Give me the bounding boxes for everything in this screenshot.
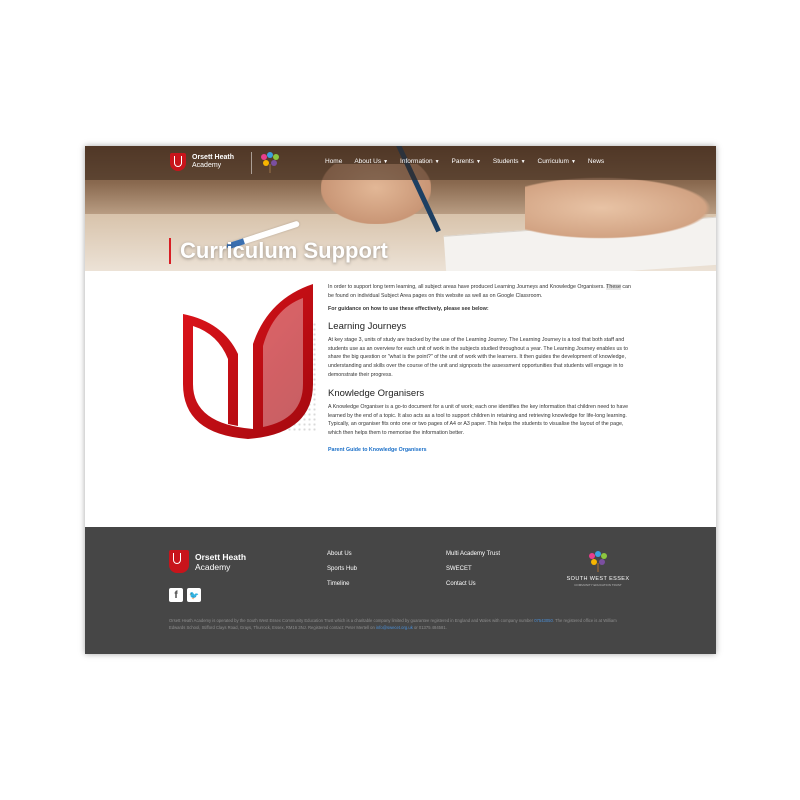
learning-journeys-heading: Learning Journeys (328, 321, 407, 333)
swe-subtitle: COMMUNITY EDUCATION TRUST (574, 583, 622, 587)
hero-hand-right (525, 176, 715, 240)
learning-journeys-text: At key stage 3, units of study are track… (328, 337, 628, 378)
swe-name: SOUTH WEST ESSEX (566, 576, 630, 582)
hero-banner: Orsett Heath Academy Home About Us ▼ Info… (85, 146, 716, 271)
twitter-icon[interactable]: 🐦 (187, 588, 201, 602)
browser-page: Orsett Heath Academy Home About Us ▼ Info… (85, 146, 716, 654)
footer-link-multi-academy-trust[interactable]: Multi Academy Trust (446, 551, 500, 557)
main-content: In order to support long term learning, … (328, 283, 632, 456)
page-title: Curriculum Support (169, 238, 388, 264)
footer-logo-text: Orsett Heath Academy (195, 552, 246, 572)
company-number-link[interactable]: 07543050 (534, 618, 553, 623)
social-links: f 🐦 (169, 588, 201, 602)
logo-line1: Orsett Heath (192, 154, 235, 161)
parent-guide-link[interactable]: Parent Guide to Knowledge Organisers (328, 447, 427, 453)
chevron-down-icon: ▼ (570, 159, 576, 165)
footer-link-swecet[interactable]: SWECET (446, 566, 500, 572)
intro-paragraph: In order to support long term learning, … (328, 284, 631, 299)
logo-text: Orsett Heath Academy (192, 154, 234, 170)
main-nav: Home About Us ▼ Information ▼ Parents ▼ Stu… (325, 158, 604, 165)
footer-logo-line1: Orsett Heath (195, 551, 247, 562)
chevron-down-icon: ▼ (383, 159, 389, 165)
footer-link-sports-hub[interactable]: Sports Hub (327, 566, 357, 572)
chevron-down-icon: ▼ (475, 159, 481, 165)
academy-logo[interactable]: Orsett Heath Academy (170, 153, 234, 171)
swe-trust-logo[interactable]: SOUTH WEST ESSEX COMMUNITY EDUCATION TRU… (563, 551, 633, 587)
academy-shield-logo-icon (169, 550, 189, 573)
footer-logo[interactable]: Orsett Heath Academy (169, 550, 246, 573)
swe-tree-icon (587, 551, 609, 573)
footer-link-about-us[interactable]: About Us (327, 551, 357, 557)
nav-home[interactable]: Home (325, 158, 342, 165)
nav-information[interactable]: Information ▼ (400, 158, 439, 165)
nav-parents[interactable]: Parents ▼ (452, 158, 481, 165)
top-navbar: Orsett Heath Academy Home About Us ▼ Info… (85, 146, 716, 180)
footer-links-col2: Multi Academy Trust SWECET Contact Us (446, 551, 500, 587)
footer-link-timeline[interactable]: Timeline (327, 581, 357, 587)
swe-tree-icon[interactable] (259, 152, 281, 174)
large-academy-logo-icon (183, 284, 313, 439)
nav-curriculum[interactable]: Curriculum ▼ (538, 158, 576, 165)
facebook-icon[interactable]: f (169, 588, 183, 602)
footer-links-col1: About Us Sports Hub Timeline (327, 551, 357, 587)
chevron-down-icon: ▼ (520, 159, 526, 165)
knowledge-organisers-text: A Knowledge Organiser is a go-to documen… (328, 404, 629, 436)
logo-line2: Academy (192, 162, 222, 169)
chevron-down-icon: ▼ (434, 159, 440, 165)
nav-divider (251, 152, 252, 174)
nav-students[interactable]: Students ▼ (493, 158, 526, 165)
guidance-text: For guidance on how to use these effecti… (328, 306, 489, 313)
footer: Orsett Heath Academy f 🐦 About Us Sports… (85, 527, 716, 654)
nav-news[interactable]: News (588, 158, 604, 165)
contact-email-link[interactable]: info@swecet.org.uk (376, 625, 413, 630)
academy-shield-logo-icon (170, 153, 186, 171)
nav-about-us[interactable]: About Us ▼ (354, 158, 388, 165)
footer-link-contact-us[interactable]: Contact Us (446, 581, 500, 587)
footer-logo-line2: Academy (195, 561, 231, 572)
knowledge-organisers-heading: Knowledge Organisers (328, 388, 425, 400)
legal-text: Orsett Heath Academy is operated by the … (169, 618, 617, 630)
